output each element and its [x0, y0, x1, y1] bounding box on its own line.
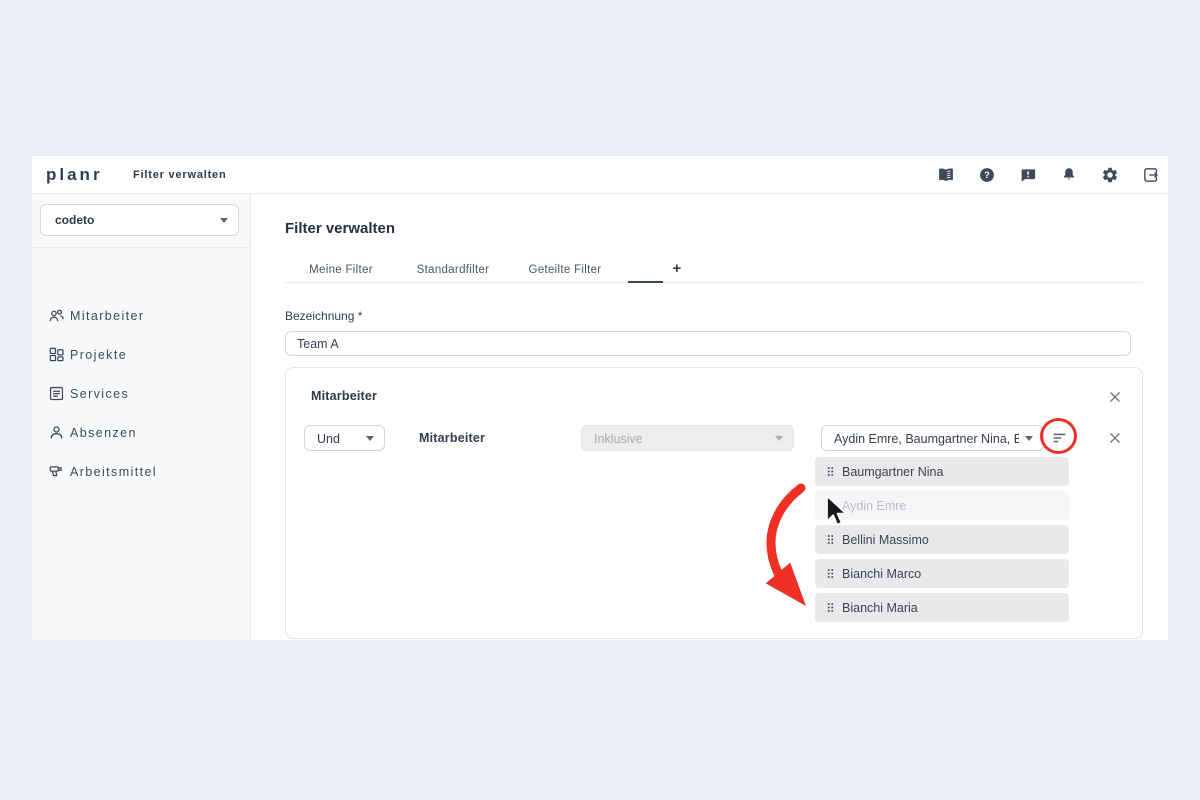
- people-icon: [48, 307, 65, 324]
- employee-list-item[interactable]: Baumgartner Nina: [815, 457, 1069, 486]
- employee-name: Baumgartner Nina: [842, 465, 943, 479]
- employees-multiselect[interactable]: Aydin Emre, Baumgartner Nina, Belli...: [821, 425, 1044, 451]
- sidebar-item-projekte[interactable]: Projekte: [32, 340, 250, 370]
- drag-handle-icon[interactable]: [827, 568, 834, 579]
- settings-icon[interactable]: [1101, 166, 1119, 184]
- page-title: Filter verwalten: [285, 220, 395, 237]
- page-background: { "colors": { "page_bg": "#e9edf4", "ann…: [0, 0, 1200, 800]
- app-window: planr Filter verwalten ?: [32, 156, 1168, 640]
- tab-new-filter[interactable]: +: [621, 259, 733, 281]
- sidebar-item-absenzen[interactable]: Absenzen: [32, 418, 250, 448]
- sidebar-item-label: Mitarbeiter: [70, 309, 144, 323]
- filter-group-card: Mitarbeiter Und Mitarbeiter Inklusive Ay…: [285, 367, 1143, 639]
- name-input[interactable]: [285, 331, 1131, 356]
- remove-group-icon[interactable]: [1108, 390, 1122, 404]
- employee-name: Bianchi Maria: [842, 601, 918, 615]
- operator-select-value: Und: [317, 432, 340, 446]
- employees-multiselect-value: Aydin Emre, Baumgartner Nina, Belli...: [834, 432, 1019, 446]
- tab-standardfilter[interactable]: Standardfilter: [397, 259, 509, 281]
- sidebar-item-services[interactable]: Services: [32, 379, 250, 409]
- tab-meine-filter[interactable]: Meine Filter: [285, 259, 397, 281]
- tool-icon: [48, 463, 65, 480]
- sidebar: codeto Mitarbeiter Projekte Services: [32, 194, 251, 640]
- sidebar-item-label: Arbeitsmittel: [70, 465, 157, 479]
- employee-name: Aydin Emre: [842, 499, 906, 513]
- workspace-select-value: codeto: [55, 213, 94, 227]
- tab-bar: Meine Filter Standardfilter Geteilte Fil…: [285, 259, 733, 281]
- active-tab-underline: [628, 281, 663, 283]
- workspace-select[interactable]: codeto: [40, 204, 239, 236]
- grid-icon: [48, 346, 65, 363]
- topbar-page-title: Filter verwalten: [133, 169, 227, 181]
- sidebar-item-label: Projekte: [70, 348, 127, 362]
- manual-icon[interactable]: [937, 166, 955, 184]
- employee-name: Bianchi Marco: [842, 567, 921, 581]
- document-icon: [48, 385, 65, 402]
- topbar: planr Filter verwalten ?: [32, 156, 1168, 194]
- chevron-down-icon: [366, 436, 374, 441]
- topbar-icons: ?: [937, 156, 1160, 193]
- tabs-bottom-border: [285, 282, 1143, 283]
- employee-list-item[interactable]: Bianchi Maria: [815, 593, 1069, 622]
- sort-icon: [1051, 429, 1069, 447]
- sidebar-item-label: Services: [70, 387, 129, 401]
- sidebar-item-mitarbeiter[interactable]: Mitarbeiter: [32, 301, 250, 331]
- person-icon: [48, 424, 65, 441]
- employee-list-item[interactable]: Bellini Massimo: [815, 525, 1069, 554]
- mode-select[interactable]: Inklusive: [581, 425, 794, 451]
- chevron-down-icon: [1025, 436, 1033, 441]
- remove-condition-icon[interactable]: [1108, 431, 1122, 445]
- notifications-icon[interactable]: [1060, 166, 1078, 184]
- drag-handle-icon[interactable]: [827, 466, 834, 477]
- name-field-label: Bezeichnung *: [285, 309, 362, 323]
- tab-geteilte-filter[interactable]: Geteilte Filter: [509, 259, 621, 281]
- mode-select-placeholder: Inklusive: [594, 432, 643, 446]
- help-icon[interactable]: ?: [978, 166, 996, 184]
- chevron-down-icon: [775, 436, 783, 441]
- condition-field-label: Mitarbeiter: [419, 431, 485, 445]
- employee-list-item-dragging[interactable]: Aydin Emre: [815, 491, 1069, 520]
- operator-select[interactable]: Und: [304, 425, 385, 451]
- sidebar-item-label: Absenzen: [70, 426, 137, 440]
- app-logo: planr: [46, 165, 103, 185]
- feedback-icon[interactable]: [1019, 166, 1037, 184]
- sort-order-button[interactable]: [1047, 426, 1073, 450]
- sidebar-divider: [32, 247, 250, 248]
- drag-handle-icon[interactable]: [827, 602, 834, 613]
- chevron-down-icon: [220, 218, 228, 223]
- employee-name: Bellini Massimo: [842, 533, 929, 547]
- drag-handle-icon[interactable]: [827, 500, 834, 511]
- drag-handle-icon[interactable]: [827, 534, 834, 545]
- logout-icon[interactable]: [1142, 166, 1160, 184]
- employee-list-item[interactable]: Bianchi Marco: [815, 559, 1069, 588]
- svg-text:?: ?: [984, 170, 990, 180]
- filter-group-title: Mitarbeiter: [311, 389, 377, 403]
- sidebar-item-arbeitsmittel[interactable]: Arbeitsmittel: [32, 457, 250, 487]
